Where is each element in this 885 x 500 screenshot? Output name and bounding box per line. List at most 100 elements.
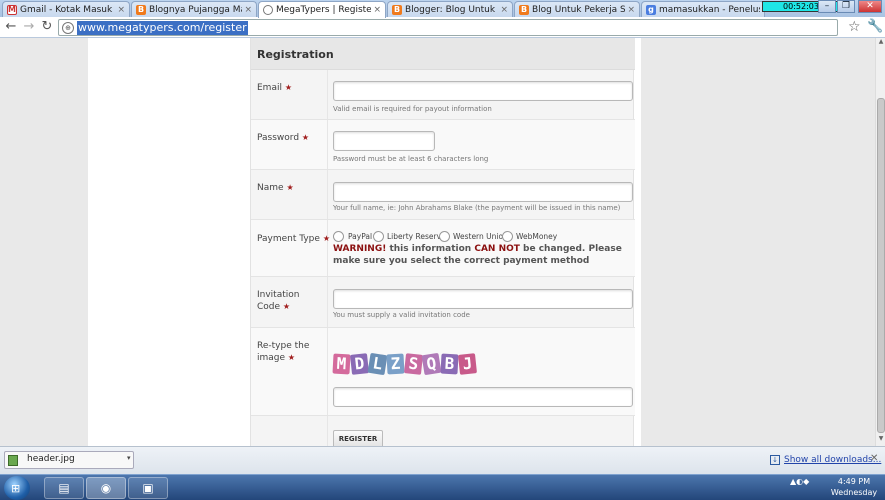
email-input[interactable]	[333, 81, 633, 101]
download-bar: header.jpg ▾ ↓ Show all downloads... ✕	[0, 446, 885, 474]
close-icon[interactable]: ×	[627, 5, 635, 15]
close-icon[interactable]: ×	[500, 5, 508, 15]
tab-blognya[interactable]: B Blognya Pujangga Maya: C ×	[131, 1, 257, 17]
download-filename: header.jpg	[27, 454, 75, 464]
reload-button[interactable]: ↻	[39, 19, 55, 35]
system-tray[interactable]: ▲◐◆	[790, 477, 820, 499]
divider	[327, 220, 328, 276]
name-input[interactable]	[333, 182, 633, 202]
password-input[interactable]	[333, 131, 435, 151]
payment-warning: WARNING! this information CAN NOT be cha…	[333, 243, 623, 267]
invitation-code-input[interactable]	[333, 289, 633, 309]
label-text: Invitation	[257, 290, 300, 300]
payment-type-row: Payment Type ★ PayPal Liberty Reserve We…	[251, 220, 635, 277]
radio-webmoney[interactable]	[502, 231, 513, 242]
megatypers-icon	[263, 5, 273, 15]
tab-blog-sampingan[interactable]: B Blog Untuk Pekerja Sampin ×	[514, 1, 640, 17]
taskbar-app[interactable]: ▣	[128, 477, 168, 499]
divider	[327, 277, 328, 327]
tab-blogger[interactable]: B Blogger: Blog Untuk Pekerja ×	[387, 1, 513, 17]
download-item[interactable]: header.jpg ▾	[4, 451, 134, 469]
show-all-downloads-link[interactable]: Show all downloads...	[784, 455, 881, 465]
close-icon[interactable]: ×	[244, 5, 252, 15]
invitation-code-label: Invitation Code ★	[257, 290, 327, 313]
captcha-letter: M	[332, 353, 351, 375]
scroll-down-arrow-icon[interactable]: ▼	[876, 435, 885, 445]
captcha-letter: Q	[421, 352, 442, 376]
clock-day: Wednesday	[830, 488, 878, 497]
tab-google-search[interactable]: g mamasukkan - Penelusuran	[641, 1, 765, 17]
captcha-image: MDLZSQBJ	[332, 352, 477, 380]
chevron-down-icon[interactable]: ▾	[127, 454, 131, 462]
label-text: Password	[257, 133, 300, 143]
clock-time: 4:49 PM	[837, 477, 871, 486]
divider	[327, 120, 328, 169]
window-close-button[interactable]: ✕	[858, 0, 882, 13]
email-row: Email ★ Valid email is required for payo…	[251, 70, 635, 120]
required-star-icon: ★	[322, 234, 330, 243]
captcha-letter: S	[404, 353, 423, 375]
bookmark-star-icon[interactable]: ☆	[848, 19, 861, 35]
label-text: image	[257, 353, 286, 363]
password-row: Password ★ Password must be at least 6 c…	[251, 120, 635, 170]
close-icon[interactable]: ×	[373, 5, 381, 15]
label-text: Name	[257, 183, 284, 193]
folder-icon: ▤	[58, 481, 70, 495]
tab-label: Gmail - Kotak Masuk (41) -	[20, 4, 115, 15]
password-hint: Password must be at least 6 characters l…	[333, 155, 489, 163]
taskbar-chrome[interactable]: ◉	[86, 477, 126, 499]
divider	[327, 416, 328, 446]
required-star-icon: ★	[284, 83, 293, 92]
minimize-button[interactable]: –	[818, 0, 836, 13]
restore-button[interactable]: ❐	[837, 0, 855, 13]
scrollbar-thumb[interactable]	[877, 98, 885, 433]
radio-western-union[interactable]	[439, 231, 450, 242]
taskbar-explorer[interactable]: ▤	[44, 477, 84, 499]
download-arrow-icon: ↓	[770, 455, 780, 465]
blogger-icon: B	[519, 4, 529, 15]
captcha-label: Re-type the image ★	[257, 341, 327, 364]
address-bar[interactable]: ⊕ www.megatypers.com/register	[58, 19, 838, 36]
invitation-code-hint: You must supply a valid invitation code	[333, 311, 470, 319]
captcha-letter: B	[440, 353, 459, 375]
radio-label-western-union: Western Union	[453, 232, 508, 241]
tab-label: mamasukkan - Penelusuran	[659, 4, 760, 15]
captcha-letter: J	[458, 353, 477, 375]
required-star-icon: ★	[287, 353, 296, 362]
wrench-icon[interactable]: 🔧	[867, 19, 883, 34]
tab-label: Blognya Pujangga Maya: C	[149, 4, 242, 15]
back-button[interactable]: ←	[3, 19, 19, 35]
scroll-up-arrow-icon[interactable]: ▲	[876, 38, 885, 48]
tab-label: Blog Untuk Pekerja Sampin	[532, 4, 626, 15]
taskbar-clock[interactable]: 4:49 PM Wednesday	[826, 476, 882, 500]
globe-icon: ⊕	[62, 22, 74, 34]
tab-megatypers[interactable]: MegaTypers | Register ×	[258, 1, 386, 18]
captcha-input[interactable]	[333, 387, 633, 407]
browser-toolbar: ← → ↻ ⊕ www.megatypers.com/register ☆ 🔧	[0, 17, 885, 38]
radio-paypal[interactable]	[333, 231, 344, 242]
forward-button[interactable]: →	[21, 19, 37, 35]
start-button[interactable]: ⊞	[4, 476, 30, 500]
divider	[327, 328, 328, 415]
required-star-icon: ★	[301, 133, 310, 142]
radio-liberty-reserve[interactable]	[373, 231, 384, 242]
blogger-icon: B	[392, 4, 402, 15]
name-hint: Your full name, ie: John Abrahams Blake …	[333, 204, 621, 212]
tab-gmail[interactable]: M Gmail - Kotak Masuk (41) - ×	[2, 1, 130, 17]
warning-prefix: WARNING!	[333, 244, 387, 254]
close-icon[interactable]: ×	[117, 5, 125, 15]
close-icon[interactable]: ✕	[870, 453, 878, 464]
tray-icons: ▲◐◆	[790, 477, 810, 486]
label-text: Email	[257, 83, 282, 93]
name-label: Name ★	[257, 182, 327, 194]
page-scrollbar[interactable]: ▲ ▼	[875, 38, 885, 446]
url-text[interactable]: www.megatypers.com/register	[77, 21, 248, 35]
invitation-code-row: Invitation Code ★ You must supply a valid…	[251, 277, 635, 328]
email-label: Email ★	[257, 82, 327, 94]
registration-form: Registration Email ★ Valid email is requ…	[250, 38, 635, 446]
captcha-letter: L	[367, 352, 388, 376]
divider	[327, 70, 328, 119]
email-hint: Valid email is required for payout infor…	[333, 105, 492, 113]
payment-type-label: Payment Type ★	[257, 233, 332, 245]
register-button[interactable]: REGISTER	[333, 430, 383, 446]
